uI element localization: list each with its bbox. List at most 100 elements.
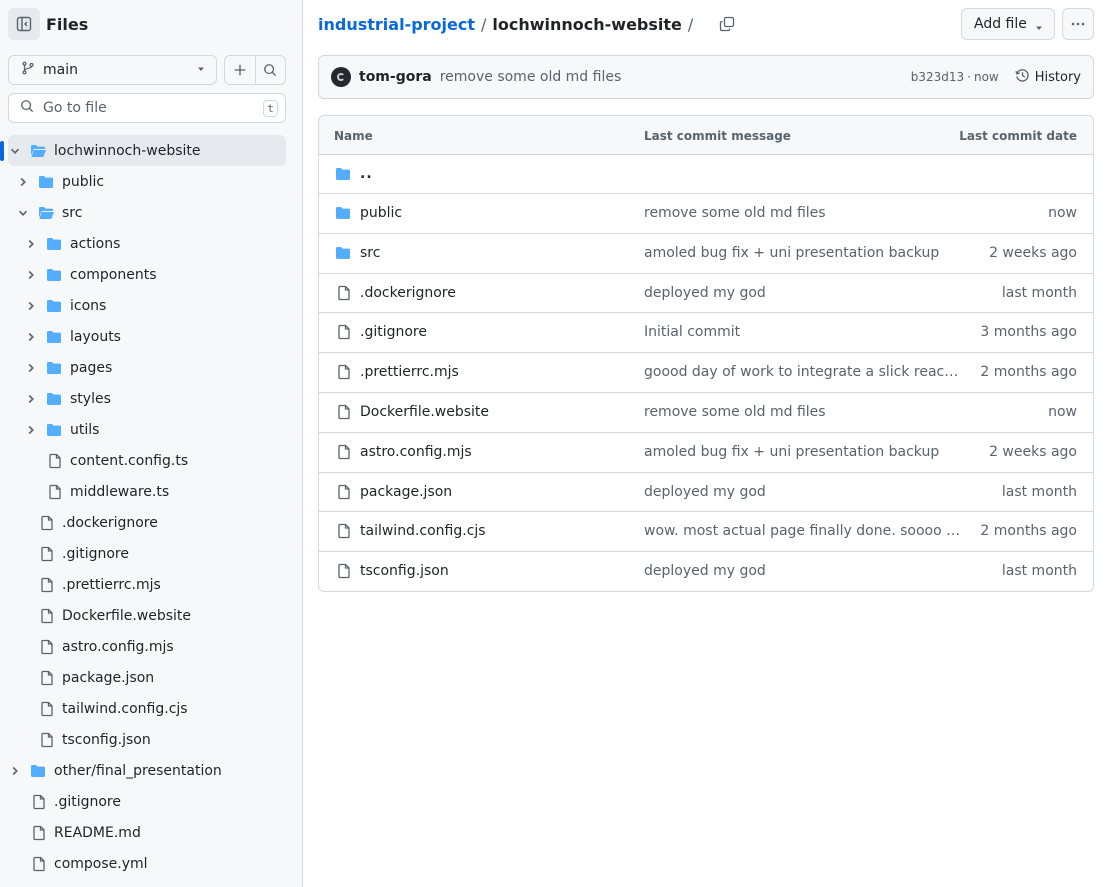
folder-icon xyxy=(46,422,62,438)
tree-item[interactable]: utils xyxy=(0,414,303,445)
tree-item-label: icons xyxy=(70,297,107,314)
sidebar-header: Files xyxy=(8,8,88,40)
commit-dot-separator: · xyxy=(967,70,971,84)
chevron-right-icon[interactable] xyxy=(25,269,37,281)
table-row[interactable]: tailwind.config.cjs wow. most actual page… xyxy=(319,511,1093,551)
tree-item[interactable]: layouts xyxy=(0,321,303,352)
tree-item[interactable]: compose.yml xyxy=(0,848,303,879)
more-options-kebab-icon[interactable] xyxy=(1062,8,1094,40)
tree-item[interactable]: actions xyxy=(0,228,303,259)
tree-item[interactable]: .gitignore xyxy=(0,538,303,569)
tree-item[interactable]: components xyxy=(0,259,303,290)
table-row[interactable]: Dockerfile.website remove some old md fil… xyxy=(319,391,1093,432)
tree-item[interactable]: astro.config.mjs xyxy=(0,631,303,662)
file-icon xyxy=(40,670,54,686)
tree-item[interactable]: styles xyxy=(0,383,303,414)
tree-item-label: .dockerignore xyxy=(62,514,158,531)
table-row[interactable]: tsconfig.json deployed my god last month xyxy=(319,551,1093,591)
parent-directory-row[interactable]: .. xyxy=(319,155,1093,193)
chevron-right-icon[interactable] xyxy=(25,424,37,436)
table-row[interactable]: astro.config.mjs amoled bug fix + uni pre… xyxy=(319,431,1093,472)
tree-item[interactable]: README.md xyxy=(0,817,303,848)
tree-item[interactable]: lochwinnoch-website xyxy=(0,135,286,166)
commit-author[interactable]: tom-gora xyxy=(359,69,432,85)
tree-item-label: public xyxy=(62,173,105,190)
commit-message-link[interactable]: amoled bug fix + uni presentation backup xyxy=(644,245,962,261)
chevron-right-icon[interactable] xyxy=(25,393,37,405)
tree-item[interactable]: middleware.ts xyxy=(0,476,303,507)
commit-message-link[interactable]: amoled bug fix + uni presentation backup xyxy=(644,444,962,460)
tree-item[interactable]: Dockerfile.website xyxy=(0,600,303,631)
table-row[interactable]: .prettierrc.mjs goood day of work to inte… xyxy=(319,352,1093,392)
go-to-file-input[interactable]: Go to file t xyxy=(8,93,286,123)
file-icon xyxy=(40,515,54,531)
commit-message-link[interactable]: Initial commit xyxy=(644,324,962,340)
tree-item[interactable]: .gitignore xyxy=(0,786,303,817)
file-name-link[interactable]: .dockerignore xyxy=(360,285,456,301)
avatar[interactable] xyxy=(331,67,351,87)
file-name-link[interactable]: .prettierrc.mjs xyxy=(360,364,459,380)
tree-item[interactable]: icons xyxy=(0,290,303,321)
tree-item[interactable]: public xyxy=(0,166,303,197)
main-content: industrial-project / lochwinnoch-website… xyxy=(303,0,1105,887)
chevron-right-icon[interactable] xyxy=(25,300,37,312)
file-name-link[interactable]: .gitignore xyxy=(360,324,427,340)
commit-date: 2 weeks ago xyxy=(989,244,1077,261)
commit-date: last month xyxy=(1001,284,1077,301)
chevron-right-icon[interactable] xyxy=(25,331,37,343)
table-row[interactable]: .gitignore Initial commit 3 months ago xyxy=(319,312,1093,352)
copy-path-icon[interactable] xyxy=(713,10,741,38)
commit-message-link[interactable]: remove some old md files xyxy=(644,404,962,420)
chevron-down-icon[interactable] xyxy=(9,145,21,157)
commit-message-link[interactable]: goood day of work to integrate a slick r… xyxy=(644,364,962,380)
file-name-link[interactable]: src xyxy=(360,245,380,261)
sidebar-toggle-icon[interactable] xyxy=(8,8,40,40)
branch-selector-button[interactable]: main xyxy=(8,55,217,85)
chevron-right-icon[interactable] xyxy=(25,362,37,374)
file-icon xyxy=(32,794,46,810)
commit-message-link[interactable]: deployed my god xyxy=(644,484,962,500)
chevron-down-icon[interactable] xyxy=(17,207,29,219)
breadcrumb: industrial-project / lochwinnoch-website… xyxy=(318,12,741,36)
tree-item[interactable]: src xyxy=(0,197,303,228)
table-row[interactable]: package.json deployed my god last month xyxy=(319,471,1093,512)
tree-item[interactable]: tsconfig.json xyxy=(0,724,303,755)
search-icon[interactable] xyxy=(254,56,285,84)
commit-message-link[interactable]: deployed my god xyxy=(644,285,962,301)
table-row[interactable]: src amoled bug fix + uni presentation bac… xyxy=(319,232,1093,273)
tree-item[interactable]: tailwind.config.cjs xyxy=(0,693,303,724)
file-name-link[interactable]: public xyxy=(360,205,402,221)
file-icon xyxy=(337,404,351,424)
table-row[interactable]: .dockerignore deployed my god last month xyxy=(319,272,1093,313)
tree-item[interactable]: .dockerignore xyxy=(0,507,303,538)
file-name-link[interactable]: package.json xyxy=(360,484,452,500)
commit-message-link[interactable]: deployed my god xyxy=(644,563,962,579)
app-root: Files main Go to file t lochwinnoch-webs… xyxy=(0,0,1105,887)
file-name-link[interactable]: tailwind.config.cjs xyxy=(360,523,486,539)
tree-item-label: lochwinnoch-website xyxy=(54,142,201,159)
tree-item[interactable]: package.json xyxy=(0,662,303,693)
tree-item[interactable]: .prettierrc.mjs xyxy=(0,569,303,600)
table-row[interactable]: public remove some old md files now xyxy=(319,193,1093,233)
tree-item[interactable]: pages xyxy=(0,352,303,383)
chevron-right-icon[interactable] xyxy=(17,176,29,188)
chevron-right-icon[interactable] xyxy=(25,238,37,250)
commit-message[interactable]: remove some old md files xyxy=(440,69,911,85)
file-name-link[interactable]: astro.config.mjs xyxy=(360,444,472,460)
file-name-link[interactable]: Dockerfile.website xyxy=(360,404,489,420)
add-file-plus-icon[interactable] xyxy=(225,56,255,84)
tree-item[interactable]: content.config.ts xyxy=(0,445,303,476)
add-file-label: Add file xyxy=(974,16,1027,32)
commit-message-link[interactable]: remove some old md files xyxy=(644,205,962,221)
history-button[interactable]: History xyxy=(1015,68,1081,87)
breadcrumb-repo-link[interactable]: industrial-project xyxy=(318,15,475,34)
tree-item-label: .gitignore xyxy=(62,545,129,562)
file-name-link[interactable]: tsconfig.json xyxy=(360,563,449,579)
column-header-name: Name xyxy=(334,129,373,143)
chevron-right-icon[interactable] xyxy=(9,765,21,777)
file-icon xyxy=(337,285,351,305)
tree-item[interactable]: other/final_presentation xyxy=(0,755,303,786)
commit-message-link[interactable]: wow. most actual page finally done. sooo… xyxy=(644,523,962,539)
add-file-button[interactable]: Add file xyxy=(961,8,1055,40)
commit-hash[interactable]: b323d13 xyxy=(911,70,964,84)
